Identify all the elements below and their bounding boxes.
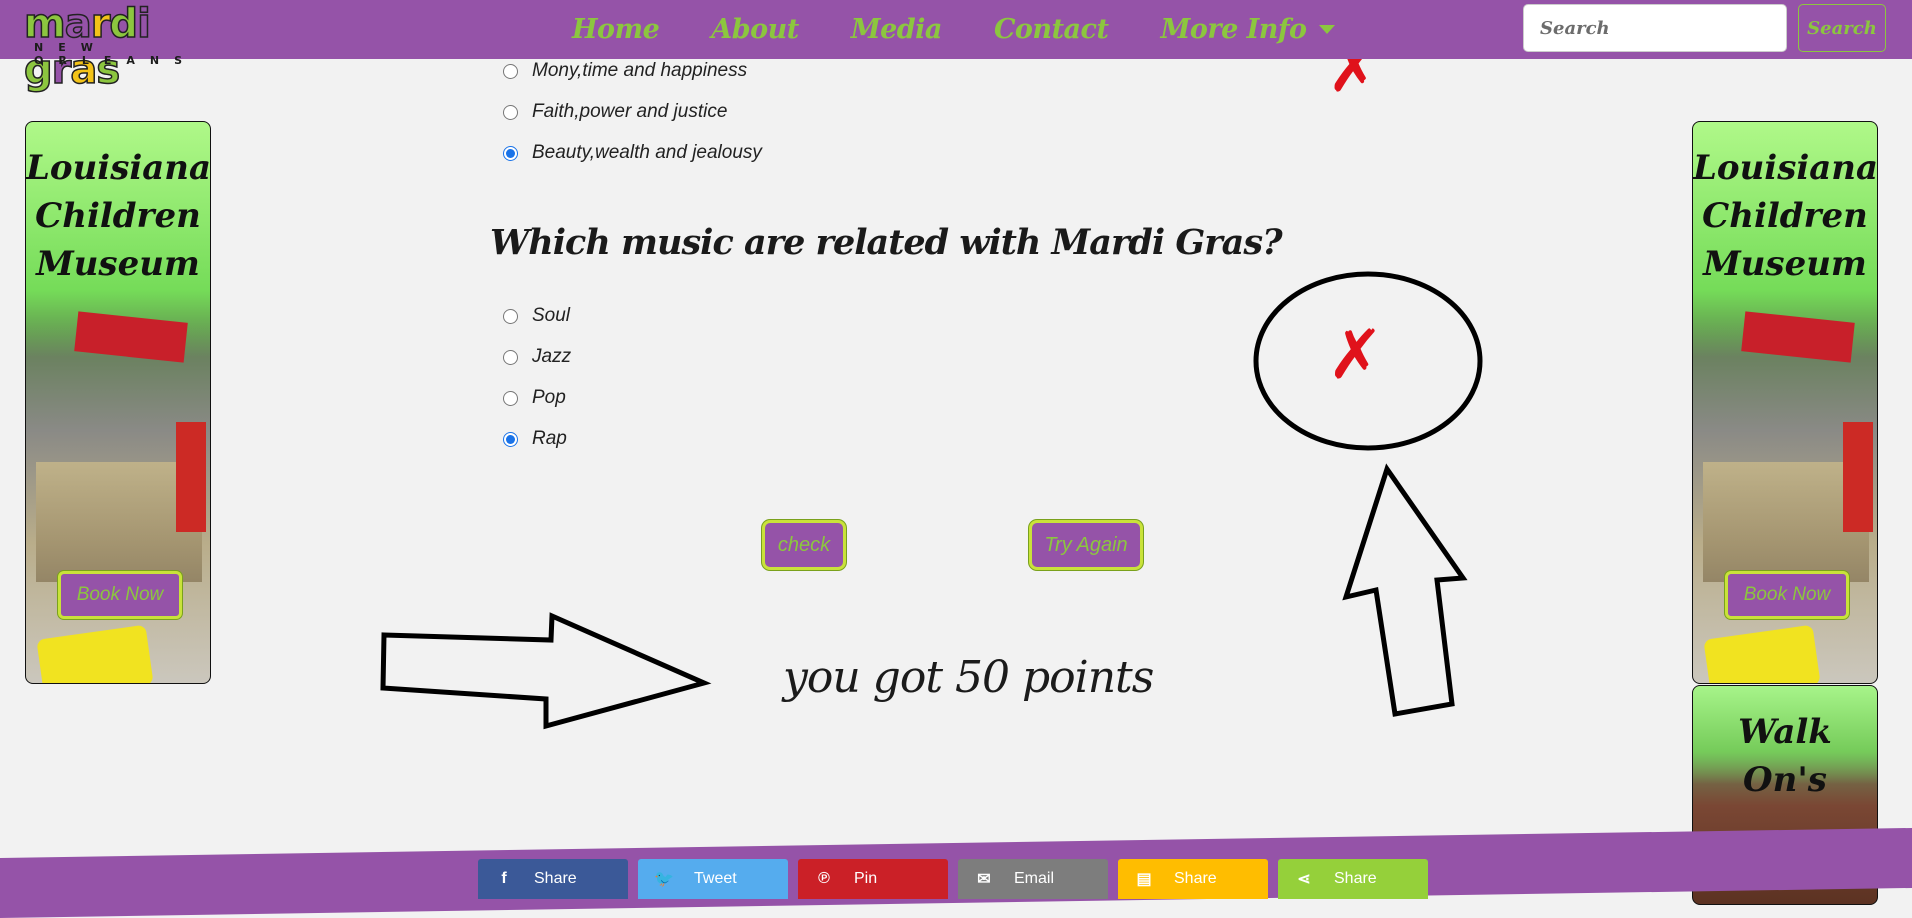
option-radio[interactable] bbox=[503, 308, 518, 324]
quiz-option[interactable]: Jazz bbox=[503, 346, 571, 368]
annotation-layer bbox=[380, 271, 1483, 730]
ad-photo-detail bbox=[74, 311, 188, 363]
quiz-option[interactable]: Mony,time and happiness bbox=[503, 60, 747, 82]
share-button-email[interactable]: ✉ Email bbox=[958, 859, 1108, 899]
share-button-label: Tweet bbox=[694, 870, 737, 887]
nav-media[interactable]: Media bbox=[851, 14, 943, 45]
main-nav: Home About Media Contact More Info bbox=[572, 0, 1387, 59]
quiz-option[interactable]: Beauty,wealth and jealousy bbox=[503, 142, 762, 164]
share-button-sms[interactable]: ▤ Share bbox=[1118, 859, 1268, 899]
pinterest-icon: ℗ bbox=[818, 870, 830, 887]
share-button-label: Pin bbox=[854, 870, 878, 887]
option-radio[interactable] bbox=[503, 349, 518, 365]
share-icon: ⋖ bbox=[1297, 871, 1311, 888]
option-label: Beauty,wealth and jealousy bbox=[532, 142, 762, 163]
sms-icon: ▤ bbox=[1136, 871, 1152, 888]
caret-down-icon bbox=[1318, 25, 1335, 34]
logo-subtitle: NEW ORLEANS bbox=[34, 41, 197, 67]
option-label: Soul bbox=[532, 305, 571, 326]
ad-title: Louisiana Children Museum bbox=[1693, 148, 1878, 284]
nav-more-info-label: More Info bbox=[1160, 14, 1307, 45]
score-message: you got 50 points bbox=[783, 652, 1154, 703]
share-button-label: Share bbox=[534, 870, 577, 887]
option-label: Faith,power and justice bbox=[532, 101, 728, 122]
quiz-option[interactable]: Soul bbox=[503, 305, 570, 327]
share-button-label: Share bbox=[1174, 870, 1217, 887]
nav-more-info-dropdown[interactable]: More Info bbox=[1160, 14, 1335, 45]
search-button[interactable]: Search bbox=[1798, 4, 1886, 52]
ad-photo-detail bbox=[1741, 311, 1855, 363]
ad-photo-detail bbox=[1703, 624, 1821, 683]
ad-photo-detail bbox=[1843, 422, 1873, 532]
share-button-pinterest[interactable]: ℗ Pin bbox=[798, 859, 948, 899]
nav-contact[interactable]: Contact bbox=[994, 14, 1109, 45]
book-now-button[interactable]: Book Now bbox=[1725, 571, 1849, 619]
ad-louisiana-children-museum-right[interactable]: Louisiana Children Museum Book Now bbox=[1692, 121, 1878, 684]
ad-title: Walk On's bbox=[1738, 712, 1832, 800]
quiz-option[interactable]: Pop bbox=[503, 387, 566, 409]
ad-louisiana-children-museum-left[interactable]: Louisiana Children Museum Book Now bbox=[25, 121, 211, 684]
option-radio[interactable] bbox=[503, 63, 518, 79]
option-label: Pop bbox=[532, 387, 566, 408]
share-button-label: Share bbox=[1334, 870, 1377, 887]
quiz-option[interactable]: Rap bbox=[503, 428, 567, 450]
top-navbar: mardi gras NEW ORLEANS Home About Media … bbox=[0, 0, 1912, 94]
annotation-arrow-up bbox=[1342, 463, 1468, 717]
email-icon: ✉ bbox=[977, 871, 991, 888]
book-now-button[interactable]: Book Now bbox=[58, 571, 182, 619]
search-input[interactable] bbox=[1523, 4, 1787, 52]
quiz-option[interactable]: Faith,power and justice bbox=[503, 101, 727, 123]
facebook-icon: f bbox=[501, 870, 507, 887]
option-label: Rap bbox=[532, 428, 567, 449]
check-button[interactable]: check bbox=[762, 520, 846, 570]
option-radio[interactable] bbox=[503, 145, 518, 161]
quiz-question: Which music are related with Mardi Gras? bbox=[490, 222, 1283, 263]
ad-title: Louisiana Children Museum bbox=[26, 148, 211, 284]
share-button-facebook[interactable]: f Share bbox=[478, 859, 628, 899]
share-button-label: Email bbox=[1014, 870, 1055, 887]
option-radio[interactable] bbox=[503, 390, 518, 406]
option-radio[interactable] bbox=[503, 431, 518, 447]
twitter-icon: 🐦 bbox=[654, 871, 674, 888]
mardi-gras-logo[interactable]: mardi gras NEW ORLEANS bbox=[23, 0, 240, 94]
ad-photo-detail bbox=[176, 422, 206, 532]
nav-home[interactable]: Home bbox=[572, 14, 660, 45]
option-label: Jazz bbox=[532, 346, 572, 367]
option-radio[interactable] bbox=[503, 104, 518, 120]
ad-photo-detail bbox=[36, 624, 154, 683]
share-button-twitter[interactable]: 🐦 Tweet bbox=[638, 859, 788, 899]
option-label: Mony,time and happiness bbox=[532, 60, 748, 81]
share-button-share[interactable]: ⋖ Share bbox=[1278, 859, 1428, 899]
annotation-arrow-right bbox=[380, 612, 712, 730]
try-again-button[interactable]: Try Again bbox=[1029, 520, 1143, 570]
social-share-bar: f Share 🐦 Tweet ℗ Pin ✉ Email ▤ Share ⋖ Share bbox=[478, 859, 1438, 899]
wrong-answer-icon: ✗ bbox=[1327, 316, 1384, 395]
nav-about[interactable]: About bbox=[711, 14, 799, 45]
